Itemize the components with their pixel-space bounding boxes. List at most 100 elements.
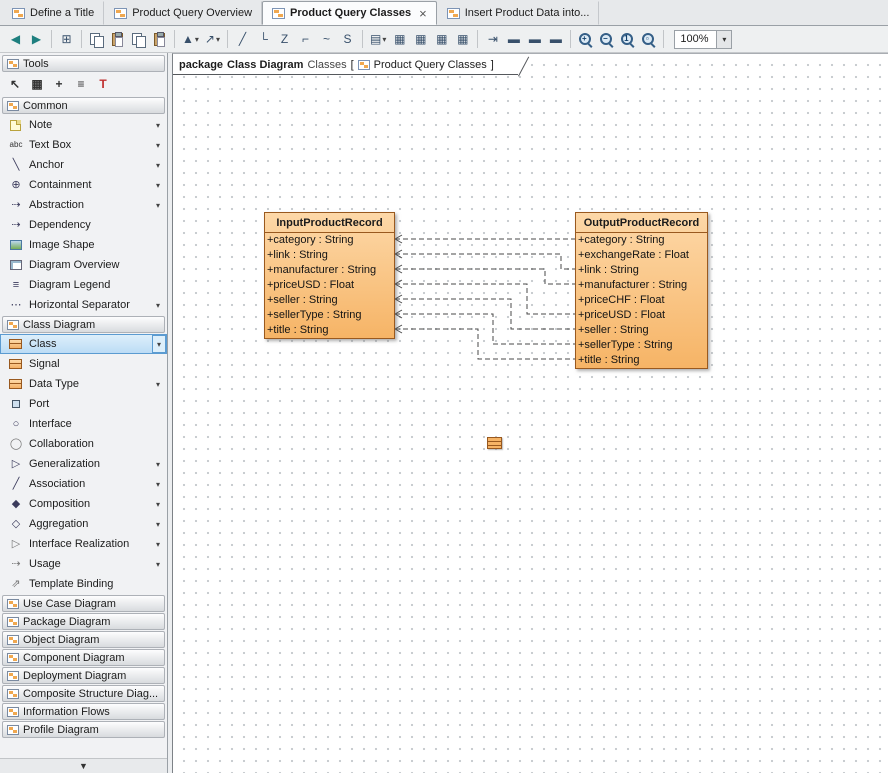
section-header-deployment-diagram[interactable]: Deployment Diagram xyxy=(2,667,165,684)
tool-stamp-tool[interactable]: + xyxy=(49,75,69,93)
corner-path-button[interactable]: ⌐ xyxy=(295,28,316,50)
class-attribute[interactable]: +link : String xyxy=(576,263,707,278)
section-header-common[interactable]: Common xyxy=(2,97,165,114)
class-attribute[interactable]: +sellerType : String xyxy=(576,338,707,353)
chevron-down-icon[interactable]: ▾ xyxy=(156,520,164,529)
palette-item-containment[interactable]: ⊕Containment▾ xyxy=(0,175,167,195)
align-left-button[interactable]: ▬ xyxy=(503,28,524,50)
insert-column-left-button[interactable]: ▦ xyxy=(389,28,410,50)
frame-diagram-name[interactable]: Product Query Classes xyxy=(374,59,487,71)
section-header-tools[interactable]: Tools xyxy=(2,55,165,72)
rectilinear-path-button[interactable]: └ xyxy=(253,28,274,50)
chevron-down-icon[interactable]: ▾ xyxy=(156,181,164,190)
class-attribute[interactable]: +category : String xyxy=(265,233,394,248)
palette-item-usage[interactable]: ⇢Usage▾ xyxy=(0,554,167,574)
snap-button[interactable]: ⇥ xyxy=(482,28,503,50)
class-attribute[interactable]: +priceUSD : Float xyxy=(576,308,707,323)
insert-row-above-button[interactable]: ▦ xyxy=(431,28,452,50)
palette-item-note[interactable]: Note▾ xyxy=(0,115,167,135)
palette-item-interface-realization[interactable]: ▷Interface Realization▾ xyxy=(0,534,167,554)
oblique-path-button[interactable]: ╱ xyxy=(232,28,253,50)
section-header-object-diagram[interactable]: Object Diagram xyxy=(2,631,165,648)
copy-button[interactable] xyxy=(86,28,107,50)
chevron-down-icon[interactable]: ▾ xyxy=(156,460,164,469)
palette-item-dependency[interactable]: ⇢Dependency xyxy=(0,215,167,235)
insert-row-below-button[interactable]: ▦ xyxy=(452,28,473,50)
palette-item-diagram-overview[interactable]: Diagram Overview xyxy=(0,255,167,275)
class-attribute[interactable]: +priceUSD : Float xyxy=(265,278,394,293)
align-right-button[interactable]: ▬ xyxy=(545,28,566,50)
zoom-in-button[interactable]: + xyxy=(575,28,596,50)
class-attribute[interactable]: +manufacturer : String xyxy=(265,263,394,278)
class-attribute[interactable]: +priceCHF : Float xyxy=(576,293,707,308)
section-header-package-diagram[interactable]: Package Diagram xyxy=(2,613,165,630)
chevron-down-icon[interactable]: ▾ xyxy=(156,161,164,170)
paste-with-data-button[interactable] xyxy=(149,28,170,50)
palette-item-text-box[interactable]: abcText Box▾ xyxy=(0,135,167,155)
chevron-down-icon[interactable]: ▾ xyxy=(152,335,166,353)
section-header-information-flows[interactable]: Information Flows xyxy=(2,703,165,720)
tool-select-tool[interactable]: ↖ xyxy=(5,75,25,93)
zoom-actual-button[interactable]: 1 xyxy=(617,28,638,50)
palette-item-abstraction[interactable]: ⇢Abstraction▾ xyxy=(0,195,167,215)
palette-item-aggregation[interactable]: ◇Aggregation▾ xyxy=(0,514,167,534)
insert-column-right-button[interactable]: ▦ xyxy=(410,28,431,50)
small-class-shape[interactable] xyxy=(487,437,502,449)
class-attribute[interactable]: +link : String xyxy=(265,248,394,263)
dependency-link[interactable] xyxy=(395,254,575,269)
class-attribute[interactable]: +title : String xyxy=(576,353,707,368)
chevron-down-icon[interactable]: ▾ xyxy=(716,31,731,48)
palette-item-interface[interactable]: ○Interface xyxy=(0,414,167,434)
diagram-canvas[interactable]: package Class Diagram Classes [ Product … xyxy=(172,53,888,773)
palette-item-image-shape[interactable]: Image Shape xyxy=(0,235,167,255)
palette-item-composition[interactable]: ◆Composition▾ xyxy=(0,494,167,514)
chevron-down-icon[interactable]: ▾ xyxy=(156,480,164,489)
palette-item-class[interactable]: Class▾ xyxy=(0,334,167,354)
chevron-down-icon[interactable]: ▾ xyxy=(156,301,164,310)
palette-item-signal[interactable]: Signal xyxy=(0,354,167,374)
tool-separator-tool[interactable]: ≡ xyxy=(71,75,91,93)
palette-item-diagram-legend[interactable]: ≡Diagram Legend xyxy=(0,275,167,295)
palette-item-data-type[interactable]: Data Type▾ xyxy=(0,374,167,394)
chevron-down-icon[interactable]: ▾ xyxy=(156,380,164,389)
palette-item-template-binding[interactable]: ⇗Template Binding xyxy=(0,574,167,594)
zoom-out-button[interactable]: − xyxy=(596,28,617,50)
class-OutputProductRecord[interactable]: OutputProductRecord+category : String+ex… xyxy=(575,212,708,369)
palette-item-collaboration[interactable]: ◯Collaboration xyxy=(0,434,167,454)
tab-product-query-classes[interactable]: Product Query Classes× xyxy=(262,1,437,25)
section-header-class-diagram[interactable]: Class Diagram xyxy=(2,316,165,333)
palette-item-generalization[interactable]: ▷Generalization▾ xyxy=(0,454,167,474)
zoom-level-select[interactable]: 100% ▾ xyxy=(674,30,732,49)
palette-item-horizontal-separator[interactable]: ⋯Horizontal Separator▾ xyxy=(0,295,167,315)
tab-define-a-title[interactable]: Define a Title xyxy=(2,1,104,25)
paste-button[interactable] xyxy=(107,28,128,50)
palette-item-association[interactable]: ╱Association▾ xyxy=(0,474,167,494)
tab-product-query-overview[interactable]: Product Query Overview xyxy=(104,1,262,25)
palette-item-anchor[interactable]: ╲Anchor▾ xyxy=(0,155,167,175)
class-attribute[interactable]: +category : String xyxy=(576,233,707,248)
chevron-down-icon[interactable]: ▾ xyxy=(156,141,164,150)
tool-text-tool[interactable]: T xyxy=(93,75,113,93)
section-header-profile-diagram[interactable]: Profile Diagram xyxy=(2,721,165,738)
class-attribute[interactable]: +manufacturer : String xyxy=(576,278,707,293)
dependency-title[interactable] xyxy=(395,329,575,359)
chevron-down-icon[interactable]: ▾ xyxy=(156,121,164,130)
chevron-down-icon[interactable]: ▾ xyxy=(156,201,164,210)
zigzag-path-button[interactable]: Z xyxy=(274,28,295,50)
zoom-fit-button[interactable]: ▫ xyxy=(638,28,659,50)
path-tools-button[interactable]: ↗▾ xyxy=(202,28,223,50)
curve-path-button[interactable]: ~ xyxy=(316,28,337,50)
spline-path-button[interactable]: S xyxy=(337,28,358,50)
tab-close-icon[interactable]: × xyxy=(419,7,427,20)
class-attribute[interactable]: +seller : String xyxy=(576,323,707,338)
class-attribute[interactable]: +exchangeRate : Float xyxy=(576,248,707,263)
tool-table-tool[interactable]: ▦ xyxy=(27,75,47,93)
section-header-use-case-diagram[interactable]: Use Case Diagram xyxy=(2,595,165,612)
copy-as-image-button[interactable] xyxy=(128,28,149,50)
swimlane-button[interactable]: ▤▾ xyxy=(367,28,389,50)
section-header-component-diagram[interactable]: Component Diagram xyxy=(2,649,165,666)
section-header-composite-structure-diag[interactable]: Composite Structure Diag... xyxy=(2,685,165,702)
chevron-down-icon[interactable]: ▾ xyxy=(156,540,164,549)
class-attribute[interactable]: +sellerType : String xyxy=(265,308,394,323)
containment-tree-button[interactable]: ⊞ xyxy=(56,28,77,50)
